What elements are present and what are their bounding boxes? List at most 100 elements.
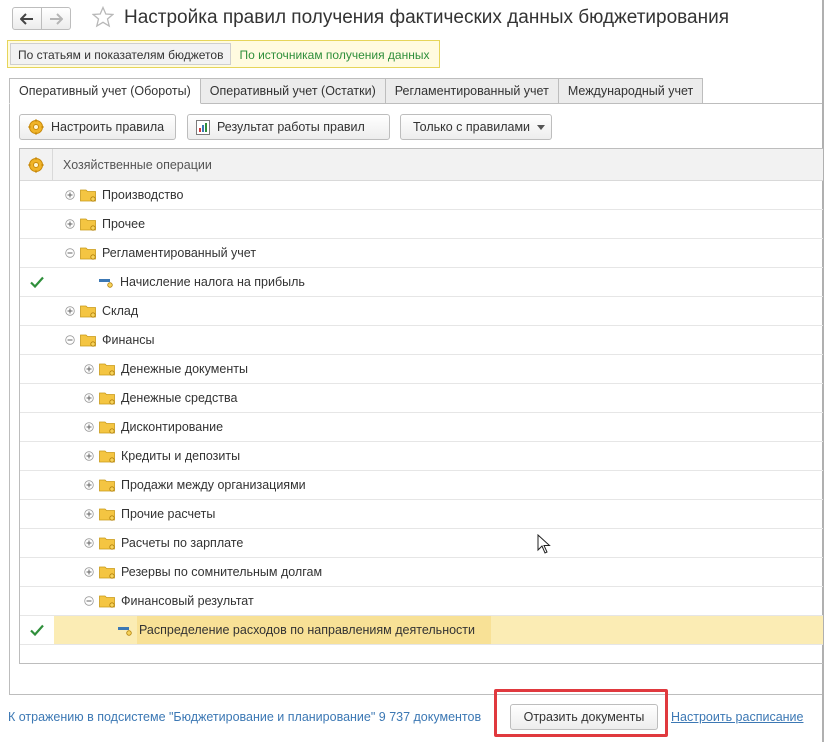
table-row[interactable]: Расчеты по зарплате [20, 529, 823, 558]
group-label: Денежные средства [121, 391, 238, 405]
table-row[interactable]: Продажи между организациями [20, 471, 823, 500]
expand-plus-icon[interactable] [84, 480, 94, 490]
rule-check-cell [20, 268, 53, 296]
page-title: Настройка правил получения фактических д… [124, 7, 729, 28]
group-label: Прочее [102, 217, 146, 231]
configure-rules-button[interactable]: Настроить правила [19, 114, 176, 140]
table-row[interactable]: Финансы [20, 326, 823, 355]
group-label: Продажи между организациями [121, 478, 306, 492]
rule-check-cell [20, 384, 53, 412]
table-row[interactable]: Денежные документы [20, 355, 823, 384]
collapse-minus-icon[interactable] [84, 596, 94, 606]
table-row[interactable]: Распределение расходов по направлениям д… [20, 616, 823, 645]
table-row[interactable]: Денежные средства [20, 384, 823, 413]
expand-plus-icon[interactable] [84, 538, 94, 548]
folder-icon [99, 479, 115, 492]
group-label: Финансовый результат [121, 594, 254, 608]
table-row[interactable]: Прочие расчеты [20, 500, 823, 529]
expand-plus-icon[interactable] [84, 451, 94, 461]
tab-bar: Оперативный учет (Обороты) Оперативный у… [9, 78, 704, 104]
forward-button[interactable] [41, 7, 71, 30]
table-row[interactable]: Регламентированный учет [20, 239, 823, 268]
expand-plus-icon[interactable] [84, 393, 94, 403]
collapse-minus-icon[interactable] [65, 248, 75, 258]
rule-check-cell [20, 210, 53, 238]
table-row[interactable]: Кредиты и депозиты [20, 442, 823, 471]
table-row[interactable]: Финансовый результат [20, 587, 823, 616]
operation-label: Начисление налога на прибыль [120, 275, 305, 289]
tab-panel: Настроить правила Результат работы прави… [9, 103, 823, 695]
only-with-rules-dropdown[interactable]: Только с правилами [400, 114, 552, 140]
chevron-down-icon [537, 124, 546, 130]
table-row[interactable]: Начисление налога на прибыль [20, 268, 823, 297]
rules-column-header[interactable] [20, 149, 53, 180]
table-row[interactable]: Резервы по сомнительным долгам [20, 558, 823, 587]
rules-result-button[interactable]: Результат работы правил [187, 114, 390, 140]
group-label: Финансы [102, 333, 155, 347]
back-button[interactable] [12, 7, 42, 30]
group-label: Прочие расчеты [121, 507, 216, 521]
expand-plus-icon[interactable] [84, 567, 94, 577]
rule-check-cell [20, 500, 53, 528]
operations-column-header[interactable]: Хозяйственные операции [63, 158, 212, 172]
rule-check-cell [20, 616, 53, 644]
table-body: Производство Прочее Регламентированный уче… [20, 181, 823, 645]
table-row[interactable]: Склад [20, 297, 823, 326]
mouse-cursor-icon [537, 534, 551, 554]
collapse-minus-icon[interactable] [65, 335, 75, 345]
table-row[interactable]: Производство [20, 181, 823, 210]
rule-check-cell [20, 297, 53, 325]
operation-item-icon [99, 279, 113, 288]
expand-plus-icon[interactable] [84, 509, 94, 519]
mode-switch: По статьям и показателям бюджетов По ист… [7, 40, 441, 68]
mode-by-budget-items[interactable]: По статьям и показателям бюджетов [10, 43, 232, 65]
operation-label: Распределение расходов по направлениям д… [139, 623, 476, 637]
rule-check-cell [20, 413, 53, 441]
tab-operational-balances[interactable]: Оперативный учет (Остатки) [199, 78, 386, 104]
mode-by-data-sources[interactable]: По источникам получения данных [231, 43, 437, 65]
rules-result-label: Результат работы правил [217, 120, 365, 134]
expand-plus-icon[interactable] [84, 364, 94, 374]
expand-plus-icon[interactable] [84, 422, 94, 432]
configure-schedule-link[interactable]: Настроить расписание [671, 710, 804, 724]
report-icon [196, 119, 210, 135]
post-documents-button[interactable]: Отразить документы [510, 704, 658, 730]
expand-plus-icon[interactable] [65, 219, 75, 229]
gear-icon [28, 119, 44, 135]
tab-operational-turnover[interactable]: Оперативный учет (Обороты) [9, 78, 201, 104]
table-header: Хозяйственные операции [20, 149, 823, 181]
only-with-rules-label: Только с правилами [413, 120, 531, 134]
documents-to-post-status: К отражению в подсистеме "Бюджетирование… [8, 710, 482, 724]
group-label: Регламентированный учет [102, 246, 257, 260]
folder-icon [99, 392, 115, 405]
tab-regulated-accounting[interactable]: Регламентированный учет [384, 78, 559, 104]
folder-icon [99, 566, 115, 579]
table-row[interactable]: Дисконтирование [20, 413, 823, 442]
folder-icon [99, 363, 115, 376]
folder-icon [80, 247, 96, 260]
folder-icon [99, 595, 115, 608]
folder-icon [80, 305, 96, 318]
group-label: Производство [102, 188, 184, 202]
folder-icon [99, 450, 115, 463]
tab-international-accounting[interactable]: Международный учет [557, 78, 704, 104]
rule-check-cell [20, 558, 53, 586]
operation-item-icon [118, 627, 132, 636]
table-row[interactable]: Прочее [20, 210, 823, 239]
expand-plus-icon[interactable] [65, 306, 75, 316]
rule-check-cell [20, 239, 53, 267]
arrow-right-icon [50, 12, 63, 25]
group-label: Склад [102, 304, 139, 318]
rule-check-cell [20, 326, 53, 354]
rule-check-cell [20, 587, 53, 615]
checkmark-icon [29, 624, 44, 636]
window-header: Настройка правил получения фактических д… [0, 0, 822, 38]
group-label: Кредиты и депозиты [121, 449, 241, 463]
checkmark-icon [29, 276, 44, 288]
gear-icon [28, 157, 44, 172]
favorite-star-icon[interactable] [92, 6, 114, 28]
folder-icon [99, 421, 115, 434]
expand-plus-icon[interactable] [65, 190, 75, 200]
rule-check-cell [20, 355, 53, 383]
folder-icon [80, 218, 96, 231]
